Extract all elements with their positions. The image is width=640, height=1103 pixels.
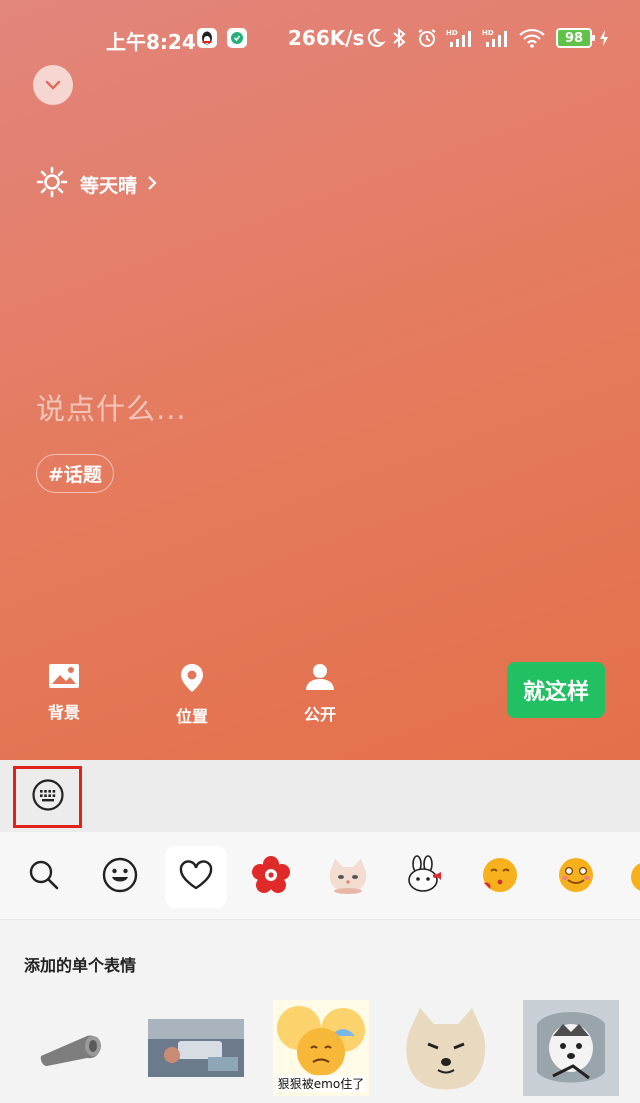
emoji-pack-tab[interactable]: [240, 846, 302, 908]
status-bar: 上午8:24 266K/s HD HD 98: [0, 22, 640, 56]
sticker-item[interactable]: [398, 1000, 494, 1096]
sun-icon: [36, 166, 68, 203]
collapse-button[interactable]: [33, 65, 73, 105]
search-icon: [28, 859, 60, 895]
sticker-item[interactable]: 狠狠被emo住了: [273, 1000, 369, 1096]
emoji-pack-tab[interactable]: [545, 846, 607, 908]
blush-emoji: [556, 855, 596, 899]
visibility-label: 公开: [303, 705, 336, 724]
location-pin-icon: [179, 663, 205, 697]
red-flower-sticker: [251, 855, 291, 899]
emoji-favorites-tab[interactable]: [165, 846, 227, 908]
cat-sticker: [325, 855, 371, 899]
chevron-right-icon: [147, 174, 157, 196]
background-button[interactable]: 背景: [29, 663, 99, 723]
person-icon: [305, 663, 335, 695]
hd-signal-icon: HD: [446, 27, 476, 49]
sticker-item[interactable]: [22, 1000, 118, 1096]
rabbit-sticker: [404, 855, 444, 899]
emoji-pack-tab-overflow[interactable]: [626, 862, 640, 892]
emoji-search-tab[interactable]: [13, 846, 75, 908]
charging-icon: [598, 27, 610, 49]
battery-icon: 98: [556, 28, 595, 48]
heart-icon: [179, 860, 213, 894]
svg-text:HD: HD: [446, 29, 458, 37]
status-time: 上午8:24: [106, 30, 196, 54]
image-icon: [48, 663, 80, 693]
network-speed: 266K/s: [288, 26, 365, 50]
sticker-caption: 狠狠被emo住了: [275, 1075, 367, 1092]
emoji-pack-tab[interactable]: [393, 846, 455, 908]
emoji-tab-bar: [0, 832, 640, 920]
location-button[interactable]: 位置: [157, 663, 227, 727]
battery-level: 98: [564, 30, 584, 46]
location-label: 位置: [175, 707, 208, 726]
post-text-input[interactable]: 说点什么...: [36, 386, 187, 428]
keyboard-toggle-button[interactable]: [13, 766, 82, 828]
sticker-item[interactable]: [523, 1000, 619, 1096]
emoji-pack-tab[interactable]: [317, 846, 379, 908]
chevron-down-icon: [44, 76, 62, 95]
shield-app-icon: [226, 27, 248, 49]
hd-signal-icon: HD: [482, 27, 512, 49]
background-label: 背景: [47, 703, 80, 722]
bluetooth-icon: [390, 27, 408, 49]
confirm-post-button[interactable]: 就这样: [507, 662, 605, 718]
emoji-default-tab[interactable]: [89, 846, 151, 908]
section-title: 添加的单个表情: [24, 956, 137, 975]
wifi-icon: [518, 27, 546, 49]
weather-label: 等天晴: [80, 175, 138, 197]
post-composer-background: 上午8:24 266K/s HD HD 98 等天晴 说点什么... #话题 背…: [0, 0, 640, 760]
weather-selector[interactable]: 等天晴: [36, 166, 157, 203]
smiley-icon: [102, 857, 138, 897]
sticker-grid: 狠狠被emo住了: [0, 996, 640, 1103]
keyboard-icon: [31, 778, 65, 816]
visibility-button[interactable]: 公开: [285, 663, 355, 725]
qq-icon: [196, 27, 218, 49]
alarm-icon: [416, 27, 438, 49]
moon-icon: [364, 27, 386, 49]
sticker-item[interactable]: [148, 1000, 244, 1096]
input-mode-bar: [0, 760, 640, 832]
svg-text:HD: HD: [482, 29, 494, 37]
topic-button[interactable]: #话题: [36, 454, 114, 493]
emoji-pack-tab[interactable]: [469, 846, 531, 908]
kiss-emoji: [480, 855, 520, 899]
